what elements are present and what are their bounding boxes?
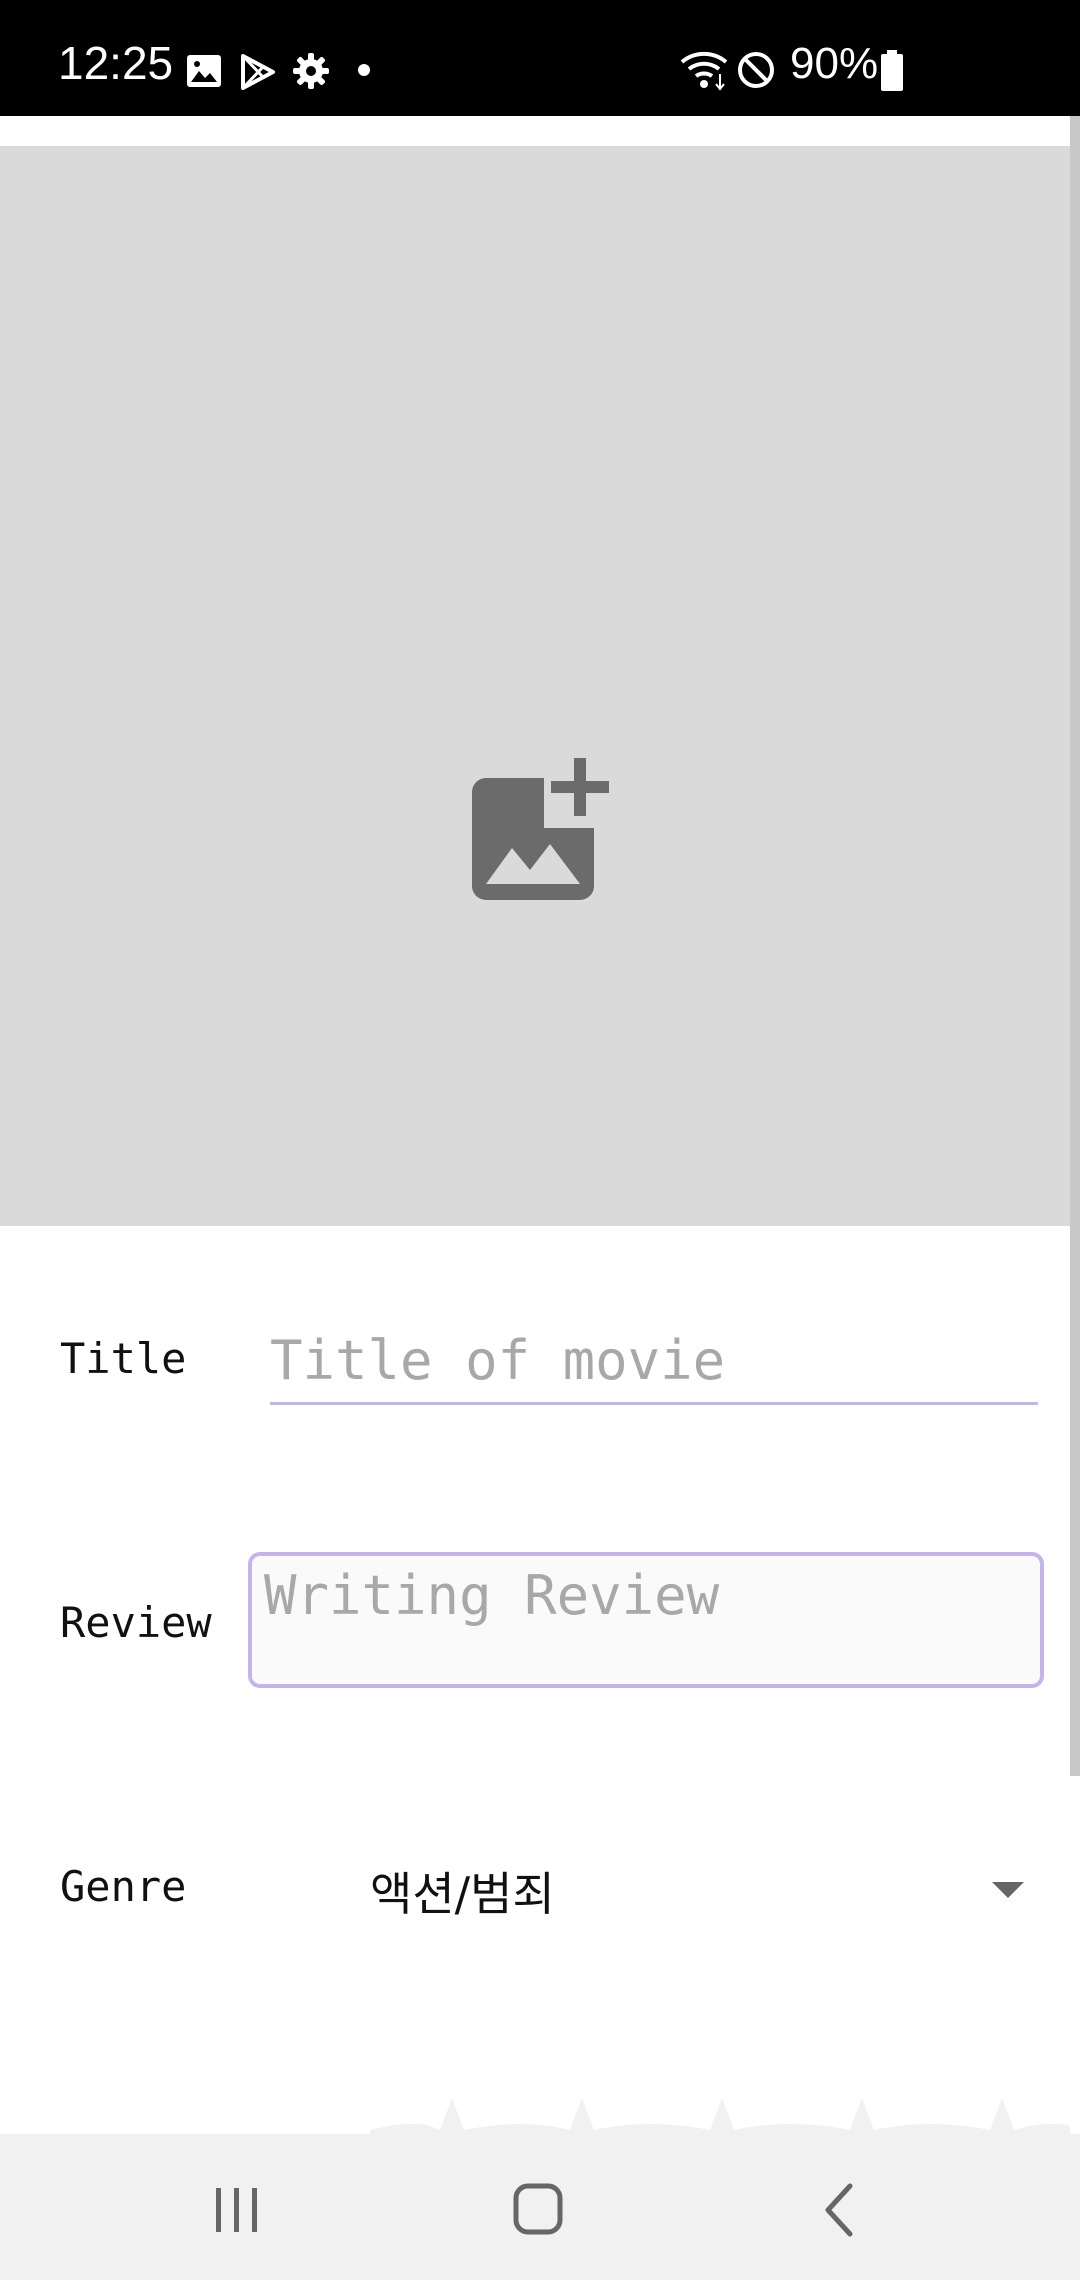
do-not-disturb-icon (738, 52, 774, 88)
genre-dropdown[interactable]: 액션/범죄 (370, 1850, 1040, 1930)
dot-icon (358, 64, 370, 76)
settings-icon (293, 53, 329, 89)
add-photo-icon[interactable] (470, 756, 616, 902)
review-input[interactable] (248, 1552, 1044, 1688)
screen: 12:25 90% Title Title of movie Review Wr… (0, 0, 1080, 2280)
play-store-icon (241, 54, 275, 90)
image-icon (187, 55, 221, 87)
review-label: Review (60, 1598, 212, 1647)
decorative-wave (370, 2098, 1070, 2140)
title-label: Title (60, 1334, 187, 1383)
dropdown-arrow-icon (992, 1882, 1024, 1898)
title-input[interactable] (270, 1318, 1038, 1405)
image-picker[interactable] (0, 146, 1070, 1226)
battery-percent: 90% (790, 39, 879, 88)
wifi-icon (680, 51, 728, 91)
home-icon[interactable] (490, 2178, 586, 2242)
status-time: 12:25 (58, 37, 174, 89)
recent-apps-icon[interactable] (188, 2178, 284, 2242)
status-bar: 12:25 90% (0, 0, 1080, 116)
scrollbar[interactable] (1070, 116, 1080, 1776)
genre-label: Genre (60, 1862, 187, 1911)
genre-selected-value: 액션/범죄 (370, 1867, 555, 1921)
back-icon[interactable] (792, 2178, 888, 2242)
battery-icon (881, 50, 903, 91)
